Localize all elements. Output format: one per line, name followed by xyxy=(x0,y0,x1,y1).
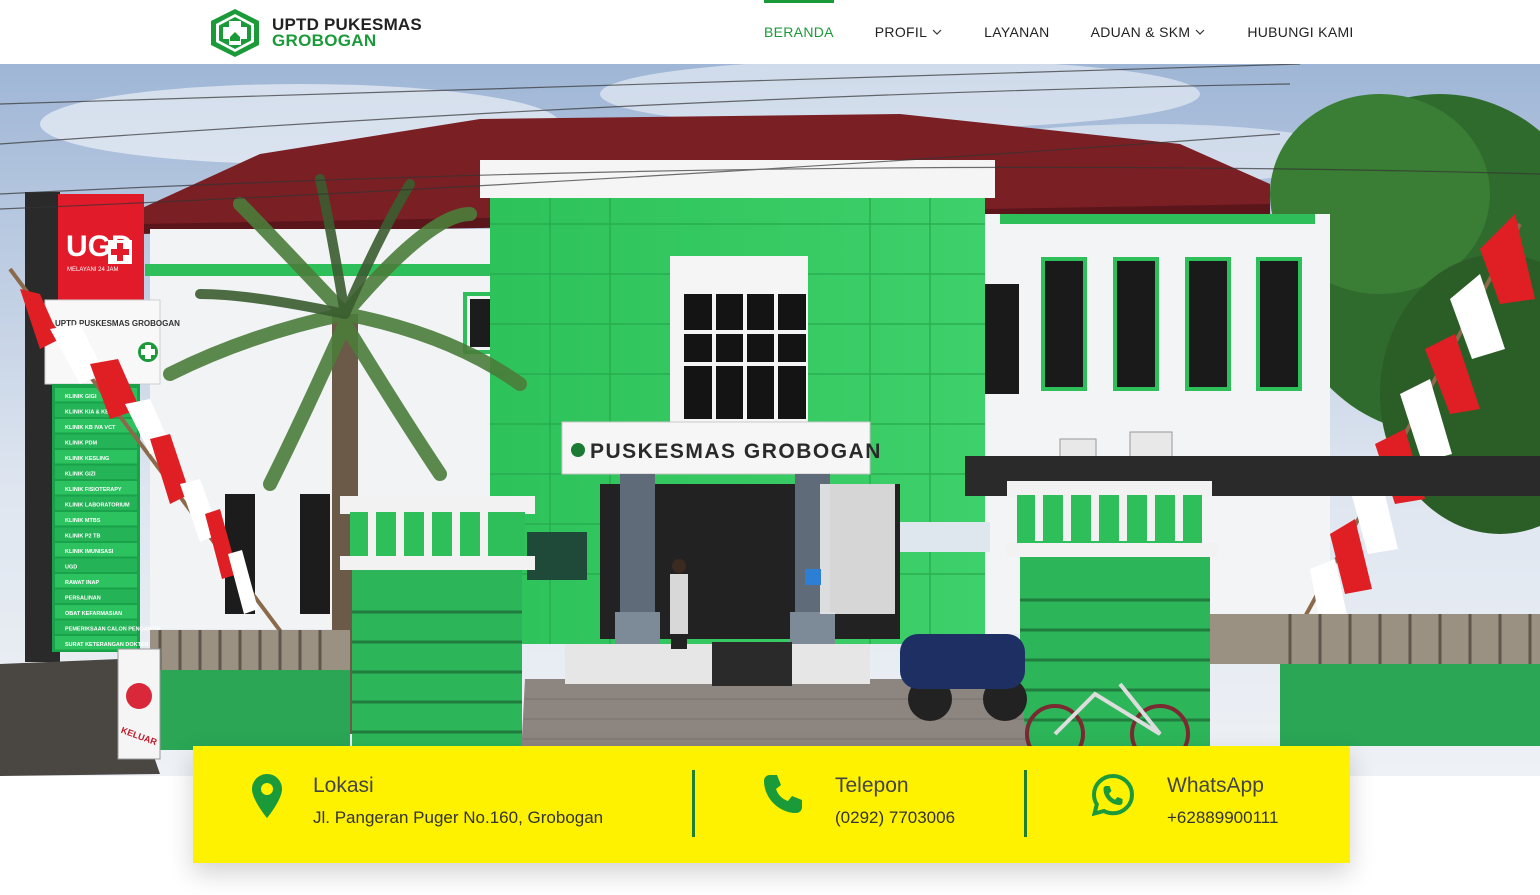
hero-building-illustration: PUSKESMAS GROBOGAN UGD MELAYANI 24 JAM U… xyxy=(0,64,1540,776)
location-info[interactable]: Lokasi Jl. Pangeran Puger No.160, Grobog… xyxy=(193,746,693,863)
directory-item: RAWAT INAP xyxy=(65,580,99,586)
location-title: Lokasi xyxy=(313,774,374,797)
nav-layanan[interactable]: LAYANAN xyxy=(984,0,1049,64)
contact-info-bar: Lokasi Jl. Pangeran Puger No.160, Grobog… xyxy=(193,746,1350,863)
directory-item: UGD xyxy=(65,565,77,571)
logo-text: UPTD PUKESMAS GROBOGAN xyxy=(272,16,422,50)
directory-item: OBAT KEFARMASIAN xyxy=(65,611,122,617)
nav-hubungi-kami[interactable]: HUBUNGI KAMI xyxy=(1247,0,1353,64)
directory-item: KLINIK FISIOTERAPY xyxy=(65,487,122,493)
directory-item: PERSALINAN xyxy=(65,596,101,602)
directory-item: SURAT KETERANGAN DOKTER xyxy=(65,642,149,648)
directory-item: KLINIK P2 TB xyxy=(65,534,100,540)
nav-hubungi-label: HUBUNGI KAMI xyxy=(1247,24,1354,40)
directory-item: KLINIK GIGI xyxy=(65,394,97,400)
directory-item: KLINIK LABORATORIUM xyxy=(65,503,130,509)
directory-item: PEMERIKSAAN CALON PENGANTIN xyxy=(65,627,161,633)
chevron-down-icon xyxy=(932,29,942,35)
nav-beranda[interactable]: BERANDA xyxy=(764,0,834,64)
phone-value: (0292) 7703006 xyxy=(835,808,956,827)
phone-title: Telepon xyxy=(835,774,909,797)
phone-icon xyxy=(764,775,802,813)
map-pin-icon xyxy=(252,774,282,818)
location-value: Jl. Pangeran Puger No.160, Grobogan xyxy=(313,808,604,827)
building-sign-text: PUSKESMAS GROBOGAN xyxy=(590,440,882,463)
chevron-down-icon xyxy=(1195,29,1205,35)
phone-info[interactable]: Telepon (0292) 7703006 xyxy=(695,746,1025,863)
directory-item: KLINIK MTBS xyxy=(65,518,101,524)
nav-aduan-skm[interactable]: ADUAN & SKM xyxy=(1091,0,1206,64)
directory-item: KLINIK GIZI xyxy=(65,472,96,478)
directory-item: KLINIK KB IVA VCT xyxy=(65,425,116,431)
nav-aduan-label: ADUAN & SKM xyxy=(1090,24,1191,40)
whatsapp-value: +62889900111 xyxy=(1167,808,1279,827)
nav-profil[interactable]: PROFIL xyxy=(875,0,942,64)
directory-item: KLINIK PDM xyxy=(65,441,98,447)
nav-layanan-label: LAYANAN xyxy=(984,24,1050,40)
site-logo[interactable]: UPTD PUKESMAS GROBOGAN xyxy=(208,8,422,58)
hero-banner: PUSKESMAS GROBOGAN UGD MELAYANI 24 JAM U… xyxy=(0,64,1540,776)
whatsapp-icon xyxy=(1091,773,1135,817)
main-nav: BERANDA PROFIL LAYANAN ADUAN & SKM HUBUN… xyxy=(764,0,1354,64)
directory-item: KLINIK KESLING xyxy=(65,456,109,462)
directory-item: KLINIK KIA & KB xyxy=(65,410,109,416)
directory-item: KLINIK IMUNISASI xyxy=(65,549,114,555)
ugd-sub-text: MELAYANI 24 JAM xyxy=(67,267,118,273)
site-header: UPTD PUKESMAS GROBOGAN BERANDA PROFIL LA… xyxy=(0,0,1540,64)
nav-profil-label: PROFIL xyxy=(874,24,928,40)
whatsapp-info[interactable]: WhatsApp +62889900111 xyxy=(1027,746,1350,863)
brand-subtitle: GROBOGAN xyxy=(272,31,377,50)
whatsapp-title: WhatsApp xyxy=(1167,774,1264,797)
green-cross-logo-icon xyxy=(211,9,259,57)
nav-beranda-label: BERANDA xyxy=(764,24,834,40)
